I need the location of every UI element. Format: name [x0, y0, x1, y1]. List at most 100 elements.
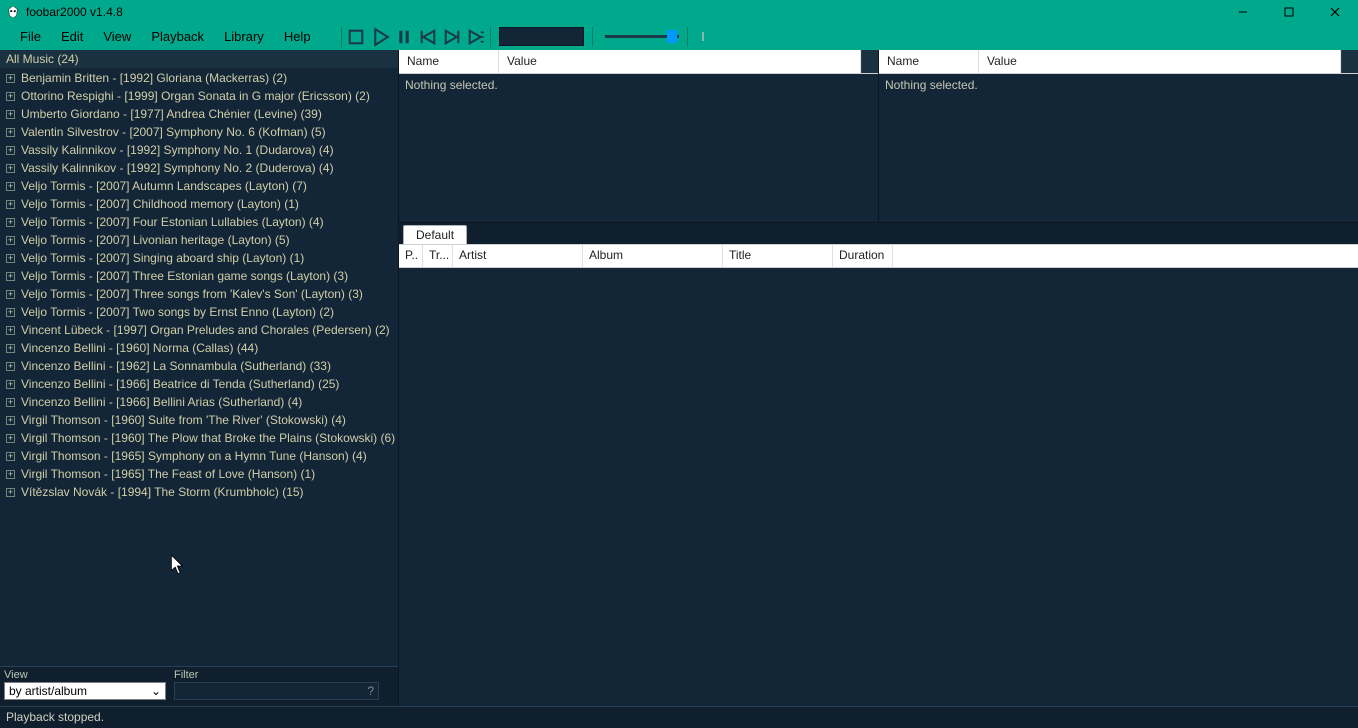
menu-view[interactable]: View — [93, 25, 141, 48]
tree-item-label: Veljo Tormis - [2007] Livonian heritage … — [21, 233, 290, 247]
expand-icon[interactable]: + — [6, 182, 15, 191]
pl-col-album[interactable]: Album — [583, 245, 723, 267]
expand-icon[interactable]: + — [6, 74, 15, 83]
scrollbar[interactable] — [861, 50, 878, 73]
tree-item[interactable]: +Vincenzo Bellini - [1966] Bellini Arias… — [0, 393, 398, 411]
expand-icon[interactable]: + — [6, 434, 15, 443]
prop-col-name[interactable]: Name — [879, 50, 979, 73]
next-button[interactable] — [441, 26, 463, 48]
tree-item-label: Vassily Kalinnikov - [1992] Symphony No.… — [21, 143, 334, 157]
tree-item-label: Vassily Kalinnikov - [1992] Symphony No.… — [21, 161, 334, 175]
tree-item[interactable]: +Veljo Tormis - [2007] Childhood memory … — [0, 195, 398, 213]
seek-bar[interactable] — [702, 32, 704, 41]
prev-button[interactable] — [417, 26, 439, 48]
tree-item[interactable]: + Veljo Tormis - [2007] Autumn Landscapes… — [0, 177, 398, 195]
playlist-tab-default[interactable]: Default — [403, 225, 467, 244]
menu-edit[interactable]: Edit — [51, 25, 93, 48]
menu-library[interactable]: Library — [214, 25, 274, 48]
tree-item[interactable]: + Veljo Tormis - [2007] Livonian heritage… — [0, 231, 398, 249]
tree-item[interactable]: +Virgil Thomson - [1965] Symphony on a H… — [0, 447, 398, 465]
prop-empty-left: Nothing selected. — [399, 74, 878, 222]
prop-col-value[interactable]: Value — [499, 50, 861, 73]
pl-col-title[interactable]: Title — [723, 245, 833, 267]
volume-thumb[interactable] — [667, 30, 677, 43]
pl-col-playing[interactable]: P.. — [399, 245, 423, 267]
stop-button[interactable] — [345, 26, 367, 48]
random-button[interactable] — [465, 26, 487, 48]
tree-item[interactable]: + Ottorino Respighi - [1999] Organ Sonata… — [0, 87, 398, 105]
scrollbar[interactable] — [1341, 50, 1358, 73]
tree-item[interactable]: + Veljo Tormis - [2007] Four Estonian Lul… — [0, 213, 398, 231]
tree-item[interactable]: +Benjamin Britten - [1992] Gloriana (Mac… — [0, 69, 398, 87]
expand-icon[interactable]: + — [6, 452, 15, 461]
expand-icon[interactable]: + — [6, 128, 15, 137]
tree-item-label: Veljo Tormis - [2007] Three Estonian gam… — [21, 269, 348, 283]
expand-icon[interactable]: + — [6, 290, 15, 299]
menu-playback[interactable]: Playback — [141, 25, 214, 48]
expand-icon[interactable]: + — [6, 344, 15, 353]
tree-item[interactable]: + Veljo Tormis - [2007] Three Estonian ga… — [0, 267, 398, 285]
menu-help[interactable]: Help — [274, 25, 321, 48]
expand-icon[interactable]: + — [6, 362, 15, 371]
tree-item[interactable]: +Umberto Giordano - [1977] Andrea Chénie… — [0, 105, 398, 123]
tree-item-label: Veljo Tormis - [2007] Singing aboard shi… — [21, 251, 304, 265]
pause-button[interactable] — [393, 26, 415, 48]
tree-item[interactable]: +Veljo Tormis - [2007] Two songs by Erns… — [0, 303, 398, 321]
tree-item-label: Ottorino Respighi - [1999] Organ Sonata … — [21, 89, 370, 103]
expand-icon[interactable]: + — [6, 236, 15, 245]
pl-col-artist[interactable]: Artist — [453, 245, 583, 267]
expand-icon[interactable]: + — [6, 164, 15, 173]
tree-item[interactable]: +Veljo Tormis - [2007] Three songs from … — [0, 285, 398, 303]
tree-item[interactable]: + Vassily Kalinnikov - [1992] Symphony No… — [0, 159, 398, 177]
tree-item-label: Veljo Tormis - [2007] Four Estonian Lull… — [21, 215, 324, 229]
tree-item[interactable]: +Vincenzo Bellini - [1960] Norma (Callas… — [0, 339, 398, 357]
properties-row: Name Value Nothing selected. Name Value … — [399, 50, 1358, 223]
tree-item-label: Virgil Thomson - [1965] The Feast of Lov… — [21, 467, 315, 481]
expand-icon[interactable]: + — [6, 110, 15, 119]
expand-icon[interactable]: + — [6, 308, 15, 317]
tree-item[interactable]: +Virgil Thomson - [1960] Suite from 'The… — [0, 411, 398, 429]
tree-item[interactable]: +Vincenzo Bellini - [1966] Beatrice di T… — [0, 375, 398, 393]
expand-icon[interactable]: + — [6, 146, 15, 155]
tree-item[interactable]: +Vincent Lübeck - [1997] Organ Preludes … — [0, 321, 398, 339]
expand-icon[interactable]: + — [6, 416, 15, 425]
menu-file[interactable]: File — [10, 25, 51, 48]
filter-hint: ? — [367, 684, 374, 698]
maximize-button[interactable] — [1266, 0, 1312, 23]
filter-input[interactable]: ? — [174, 682, 379, 700]
tree-item[interactable]: + Veljo Tormis - [2007] Singing aboard sh… — [0, 249, 398, 267]
volume-slider[interactable] — [605, 35, 679, 38]
properties-panel-left: Name Value Nothing selected. — [399, 50, 879, 222]
tree-item[interactable]: + Vincenzo Bellini - [1962] La Sonnambula… — [0, 357, 398, 375]
library-header[interactable]: All Music (24) — [0, 50, 398, 68]
prop-col-value[interactable]: Value — [979, 50, 1341, 73]
prop-col-name[interactable]: Name — [399, 50, 499, 73]
tree-item[interactable]: +Vítězslav Novák - [1994] The Storm (Kru… — [0, 483, 398, 501]
playlist-body[interactable] — [399, 268, 1358, 706]
expand-icon[interactable]: + — [6, 470, 15, 479]
expand-icon[interactable]: + — [6, 380, 15, 389]
tree-item-label: Vincenzo Bellini - [1962] La Sonnambula … — [21, 359, 331, 373]
expand-icon[interactable]: + — [6, 326, 15, 335]
expand-icon[interactable]: + — [6, 398, 15, 407]
minimize-button[interactable] — [1220, 0, 1266, 23]
play-button[interactable] — [369, 26, 391, 48]
expand-icon[interactable]: + — [6, 92, 15, 101]
tree-item[interactable]: + Virgil Thomson - [1960] The Plow that B… — [0, 429, 398, 447]
pl-col-track[interactable]: Tr... — [423, 245, 453, 267]
expand-icon[interactable]: + — [6, 200, 15, 209]
tree-item[interactable]: + Virgil Thomson - [1965] The Feast of Lo… — [0, 465, 398, 483]
tree-item[interactable]: +Valentin Silvestrov - [2007] Symphony N… — [0, 123, 398, 141]
expand-icon[interactable]: + — [6, 272, 15, 281]
app-icon — [6, 5, 20, 19]
library-tree[interactable]: +Benjamin Britten - [1992] Gloriana (Mac… — [0, 68, 398, 666]
expand-icon[interactable]: + — [6, 218, 15, 227]
tree-item-label: Veljo Tormis - [2007] Autumn Landscapes … — [21, 179, 307, 193]
expand-icon[interactable]: + — [6, 488, 15, 497]
tree-item[interactable]: + Vassily Kalinnikov - [1992] Symphony No… — [0, 141, 398, 159]
close-button[interactable] — [1312, 0, 1358, 23]
pl-col-duration[interactable]: Duration — [833, 245, 893, 267]
tree-item-label: Virgil Thomson - [1960] The Plow that Br… — [21, 431, 395, 445]
expand-icon[interactable]: + — [6, 254, 15, 263]
view-select[interactable]: by artist/album ⌄ — [4, 682, 166, 700]
